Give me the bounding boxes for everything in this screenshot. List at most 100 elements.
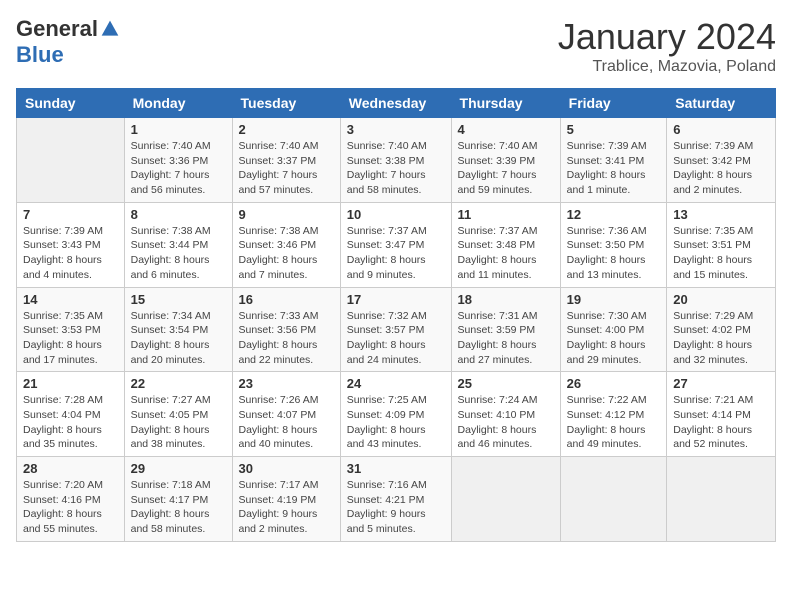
day-info: Sunrise: 7:31 AM Sunset: 3:59 PM Dayligh… — [458, 309, 554, 368]
calendar-cell: 2 Sunrise: 7:40 AM Sunset: 3:37 PM Daylig… — [232, 118, 340, 203]
day-number: 3 — [347, 122, 445, 137]
calendar-cell: 14Sunrise: 7:35 AM Sunset: 3:53 PM Dayli… — [17, 287, 125, 372]
day-number: 15 — [131, 292, 226, 307]
calendar-cell: 10Sunrise: 7:37 AM Sunset: 3:47 PM Dayli… — [340, 202, 451, 287]
logo-blue-text: Blue — [16, 42, 64, 68]
day-number: 11 — [458, 207, 554, 222]
weekday-header-tuesday: Tuesday — [232, 89, 340, 118]
calendar-cell: 7 Sunrise: 7:39 AM Sunset: 3:43 PM Daylig… — [17, 202, 125, 287]
day-number: 4 — [458, 122, 554, 137]
calendar-cell: 18 Sunrise: 7:31 AM Sunset: 3:59 PM Dayli… — [451, 287, 560, 372]
day-number: 17 — [347, 292, 445, 307]
weekday-header-monday: Monday — [124, 89, 232, 118]
day-info: Sunrise: 7:20 AM Sunset: 4:16 PM Dayligh… — [23, 478, 118, 537]
calendar-week-4: 21 Sunrise: 7:28 AM Sunset: 4:04 PM Dayli… — [17, 372, 776, 457]
day-number: 24 — [347, 376, 445, 391]
calendar-table: SundayMondayTuesdayWednesdayThursdayFrid… — [16, 88, 776, 542]
weekday-header-row: SundayMondayTuesdayWednesdayThursdayFrid… — [17, 89, 776, 118]
day-info: Sunrise: 7:24 AM Sunset: 4:10 PM Dayligh… — [458, 393, 554, 452]
calendar-title: January 2024 — [558, 16, 776, 58]
day-info: Sunrise: 7:40 AM Sunset: 3:36 PM Dayligh… — [131, 139, 226, 198]
day-info: Sunrise: 7:25 AM Sunset: 4:09 PM Dayligh… — [347, 393, 445, 452]
calendar-cell: 13Sunrise: 7:35 AM Sunset: 3:51 PM Dayli… — [667, 202, 776, 287]
calendar-cell: 8 Sunrise: 7:38 AM Sunset: 3:44 PM Daylig… — [124, 202, 232, 287]
calendar-cell: 9Sunrise: 7:38 AM Sunset: 3:46 PM Daylig… — [232, 202, 340, 287]
calendar-cell: 21 Sunrise: 7:28 AM Sunset: 4:04 PM Dayli… — [17, 372, 125, 457]
day-number: 21 — [23, 376, 118, 391]
day-info: Sunrise: 7:16 AM Sunset: 4:21 PM Dayligh… — [347, 478, 445, 537]
day-info: Sunrise: 7:36 AM Sunset: 3:50 PM Dayligh… — [567, 224, 661, 283]
day-number: 16 — [239, 292, 334, 307]
weekday-header-wednesday: Wednesday — [340, 89, 451, 118]
calendar-cell: 20 Sunrise: 7:29 AM Sunset: 4:02 PM Dayli… — [667, 287, 776, 372]
logo-general-text: General — [16, 16, 98, 42]
day-info: Sunrise: 7:32 AM Sunset: 3:57 PM Dayligh… — [347, 309, 445, 368]
calendar-cell: 31 Sunrise: 7:16 AM Sunset: 4:21 PM Dayli… — [340, 457, 451, 542]
calendar-week-5: 28 Sunrise: 7:20 AM Sunset: 4:16 PM Dayli… — [17, 457, 776, 542]
day-number: 31 — [347, 461, 445, 476]
day-info: Sunrise: 7:29 AM Sunset: 4:02 PM Dayligh… — [673, 309, 769, 368]
calendar-cell: 22 Sunrise: 7:27 AM Sunset: 4:05 PM Dayli… — [124, 372, 232, 457]
day-number: 2 — [239, 122, 334, 137]
calendar-cell — [560, 457, 667, 542]
day-number: 30 — [239, 461, 334, 476]
day-number: 27 — [673, 376, 769, 391]
day-info: Sunrise: 7:38 AM Sunset: 3:44 PM Dayligh… — [131, 224, 226, 283]
calendar-cell: 15 Sunrise: 7:34 AM Sunset: 3:54 PM Dayli… — [124, 287, 232, 372]
day-info: Sunrise: 7:37 AM Sunset: 3:48 PM Dayligh… — [458, 224, 554, 283]
weekday-header-saturday: Saturday — [667, 89, 776, 118]
calendar-cell: 19 Sunrise: 7:30 AM Sunset: 4:00 PM Dayli… — [560, 287, 667, 372]
weekday-header-sunday: Sunday — [17, 89, 125, 118]
calendar-cell — [17, 118, 125, 203]
day-number: 1 — [131, 122, 226, 137]
calendar-cell: 6 Sunrise: 7:39 AM Sunset: 3:42 PM Daylig… — [667, 118, 776, 203]
calendar-cell: 26 Sunrise: 7:22 AM Sunset: 4:12 PM Dayli… — [560, 372, 667, 457]
day-info: Sunrise: 7:39 AM Sunset: 3:43 PM Dayligh… — [23, 224, 118, 283]
calendar-cell: 11 Sunrise: 7:37 AM Sunset: 3:48 PM Dayli… — [451, 202, 560, 287]
weekday-header-friday: Friday — [560, 89, 667, 118]
day-info: Sunrise: 7:22 AM Sunset: 4:12 PM Dayligh… — [567, 393, 661, 452]
day-number: 28 — [23, 461, 118, 476]
day-info: Sunrise: 7:40 AM Sunset: 3:38 PM Dayligh… — [347, 139, 445, 198]
calendar-cell: 4 Sunrise: 7:40 AM Sunset: 3:39 PM Daylig… — [451, 118, 560, 203]
day-number: 12 — [567, 207, 661, 222]
calendar-cell: 5Sunrise: 7:39 AM Sunset: 3:41 PM Daylig… — [560, 118, 667, 203]
calendar-cell: 17 Sunrise: 7:32 AM Sunset: 3:57 PM Dayli… — [340, 287, 451, 372]
day-number: 23 — [239, 376, 334, 391]
calendar-cell: 1 Sunrise: 7:40 AM Sunset: 3:36 PM Daylig… — [124, 118, 232, 203]
day-info: Sunrise: 7:35 AM Sunset: 3:51 PM Dayligh… — [673, 224, 769, 283]
day-number: 22 — [131, 376, 226, 391]
page-header: General Blue January 2024 Trablice, Mazo… — [16, 16, 776, 76]
day-info: Sunrise: 7:21 AM Sunset: 4:14 PM Dayligh… — [673, 393, 769, 452]
title-section: January 2024 Trablice, Mazovia, Poland — [558, 16, 776, 76]
day-number: 19 — [567, 292, 661, 307]
logo-icon — [100, 19, 120, 39]
day-number: 18 — [458, 292, 554, 307]
calendar-cell: 23Sunrise: 7:26 AM Sunset: 4:07 PM Dayli… — [232, 372, 340, 457]
logo: General Blue — [16, 16, 120, 68]
day-number: 20 — [673, 292, 769, 307]
day-info: Sunrise: 7:27 AM Sunset: 4:05 PM Dayligh… — [131, 393, 226, 452]
calendar-cell: 24 Sunrise: 7:25 AM Sunset: 4:09 PM Dayli… — [340, 372, 451, 457]
day-number: 9 — [239, 207, 334, 222]
calendar-subtitle: Trablice, Mazovia, Poland — [558, 58, 776, 76]
day-info: Sunrise: 7:17 AM Sunset: 4:19 PM Dayligh… — [239, 478, 334, 537]
day-number: 5 — [567, 122, 661, 137]
day-info: Sunrise: 7:40 AM Sunset: 3:39 PM Dayligh… — [458, 139, 554, 198]
day-info: Sunrise: 7:30 AM Sunset: 4:00 PM Dayligh… — [567, 309, 661, 368]
day-info: Sunrise: 7:40 AM Sunset: 3:37 PM Dayligh… — [239, 139, 334, 198]
day-number: 8 — [131, 207, 226, 222]
weekday-header-thursday: Thursday — [451, 89, 560, 118]
day-info: Sunrise: 7:39 AM Sunset: 3:42 PM Dayligh… — [673, 139, 769, 198]
day-info: Sunrise: 7:34 AM Sunset: 3:54 PM Dayligh… — [131, 309, 226, 368]
calendar-cell: 30 Sunrise: 7:17 AM Sunset: 4:19 PM Dayli… — [232, 457, 340, 542]
day-info: Sunrise: 7:37 AM Sunset: 3:47 PM Dayligh… — [347, 224, 445, 283]
day-number: 6 — [673, 122, 769, 137]
day-number: 7 — [23, 207, 118, 222]
calendar-cell: 16 Sunrise: 7:33 AM Sunset: 3:56 PM Dayli… — [232, 287, 340, 372]
day-info: Sunrise: 7:33 AM Sunset: 3:56 PM Dayligh… — [239, 309, 334, 368]
day-info: Sunrise: 7:28 AM Sunset: 4:04 PM Dayligh… — [23, 393, 118, 452]
calendar-cell: 3 Sunrise: 7:40 AM Sunset: 3:38 PM Daylig… — [340, 118, 451, 203]
day-number: 26 — [567, 376, 661, 391]
calendar-cell — [451, 457, 560, 542]
